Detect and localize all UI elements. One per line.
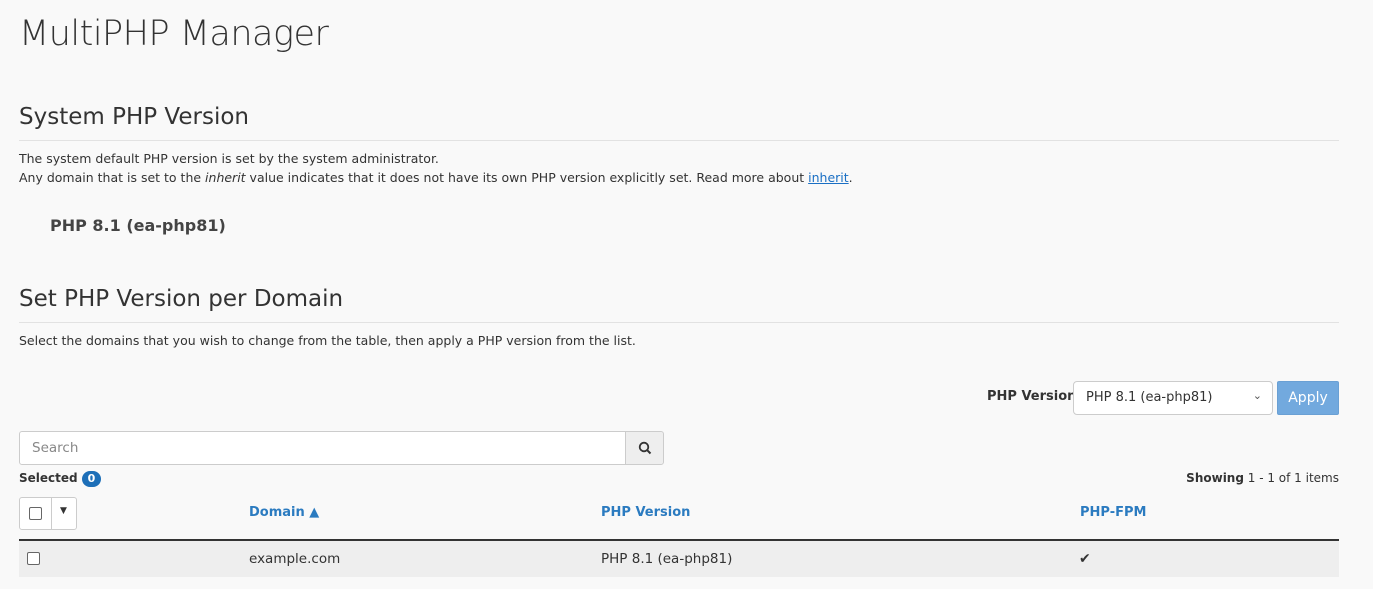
column-domain[interactable]: Domain ▲ (249, 505, 319, 520)
selected-label: Selected (19, 471, 78, 485)
search-icon (638, 441, 651, 454)
system-php-heading: System PHP Version (19, 104, 249, 130)
selected-count: Selected 0 (19, 471, 102, 487)
system-description-1: The system default PHP version is set by… (19, 151, 439, 166)
text: value indicates that it does not have it… (245, 170, 809, 185)
column-php-fpm[interactable]: PHP-FPM (1080, 505, 1146, 520)
search-button[interactable] (625, 431, 664, 465)
php-version-select[interactable]: PHP 8.1 (ea-php81) ⌄ (1073, 381, 1273, 415)
showing-label: Showing (1186, 471, 1244, 485)
apply-button[interactable]: Apply (1277, 381, 1339, 415)
showing-items: Showing 1 - 1 of 1 items (1186, 471, 1339, 485)
per-domain-heading: Set PHP Version per Domain (19, 286, 344, 312)
per-domain-description: Select the domains that you wish to chan… (19, 333, 636, 348)
system-description-2: Any domain that is set to the inherit va… (19, 170, 853, 185)
select-all-checkbox[interactable] (29, 507, 42, 520)
select-all-group: ▼ (19, 497, 77, 530)
column-php-version[interactable]: PHP Version (601, 505, 690, 520)
php-version-label: PHP Version (987, 389, 1077, 404)
divider (51, 498, 52, 529)
caret-down-icon[interactable]: ▼ (60, 506, 67, 516)
row-domain: example.com (249, 551, 341, 567)
selected-value: PHP 8.1 (ea-php81) (1086, 390, 1213, 405)
divider (19, 322, 1339, 323)
showing-range: 1 - 1 of 1 items (1243, 471, 1339, 485)
chevron-down-icon: ⌄ (1252, 389, 1262, 402)
selected-badge: 0 (81, 471, 102, 487)
check-icon: ✔ (1079, 551, 1091, 567)
text: . (848, 170, 853, 185)
inherit-emphasis: inherit (205, 170, 246, 185)
row-checkbox[interactable] (27, 552, 40, 565)
row-php-version: PHP 8.1 (ea-php81) (601, 551, 733, 567)
divider (19, 140, 1339, 141)
text: Any domain that is set to the (19, 170, 206, 185)
inherit-link[interactable]: inherit (808, 170, 849, 185)
system-php-version: PHP 8.1 (ea-php81) (50, 216, 226, 235)
search-input[interactable]: Search (19, 431, 626, 465)
page-title: MultiPHP Manager (19, 14, 329, 54)
